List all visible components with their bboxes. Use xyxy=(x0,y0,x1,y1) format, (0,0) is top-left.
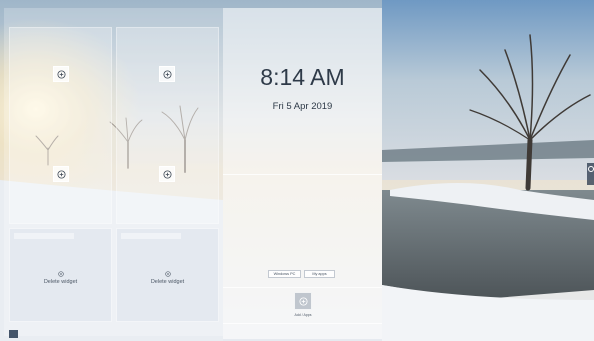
delete-widget-button[interactable]: Delete widget xyxy=(117,271,218,285)
clock-date: Fri 5 Apr 2019 xyxy=(272,101,333,112)
add-app-button[interactable] xyxy=(294,292,312,310)
edge-toggle-button[interactable] xyxy=(587,163,594,185)
delete-widget-label: Delete widget xyxy=(150,279,185,285)
plus-circle-icon xyxy=(162,69,172,79)
toggle-icon xyxy=(587,166,594,172)
clock-panel: 8:14 AM Fri 5 Apr 2019 Windows PC My app… xyxy=(223,8,382,339)
plus-circle-icon xyxy=(56,69,66,79)
delete-widget-button[interactable]: Delete widget xyxy=(10,271,111,285)
clock-time: 8:14 AM xyxy=(260,64,345,90)
windows-pc-button[interactable]: Windows PC xyxy=(268,270,301,278)
plus-circle-icon xyxy=(56,169,66,179)
plus-circle-icon xyxy=(162,169,172,179)
widget-header xyxy=(14,233,74,239)
divider xyxy=(223,174,382,175)
settings-corner-button[interactable] xyxy=(9,330,18,338)
plus-circle-icon xyxy=(298,296,308,306)
plus-circle-icon xyxy=(164,271,171,277)
widget-card: Delete widget xyxy=(9,228,112,322)
my-apps-button[interactable]: My apps xyxy=(304,270,335,278)
plus-circle-icon xyxy=(57,271,64,277)
delete-widget-label: Delete widget xyxy=(43,279,78,285)
add-widget-button[interactable] xyxy=(53,66,69,82)
add-app-label: Add / Apps xyxy=(294,313,312,317)
divider xyxy=(223,287,382,288)
divider xyxy=(223,323,382,324)
widget-card: Delete widget xyxy=(116,228,219,322)
add-widget-button[interactable] xyxy=(159,66,175,82)
widget-slot xyxy=(116,27,219,224)
add-widget-button[interactable] xyxy=(159,166,175,182)
add-widget-button[interactable] xyxy=(53,166,69,182)
widget-header xyxy=(121,233,181,239)
widget-slot xyxy=(9,27,112,224)
